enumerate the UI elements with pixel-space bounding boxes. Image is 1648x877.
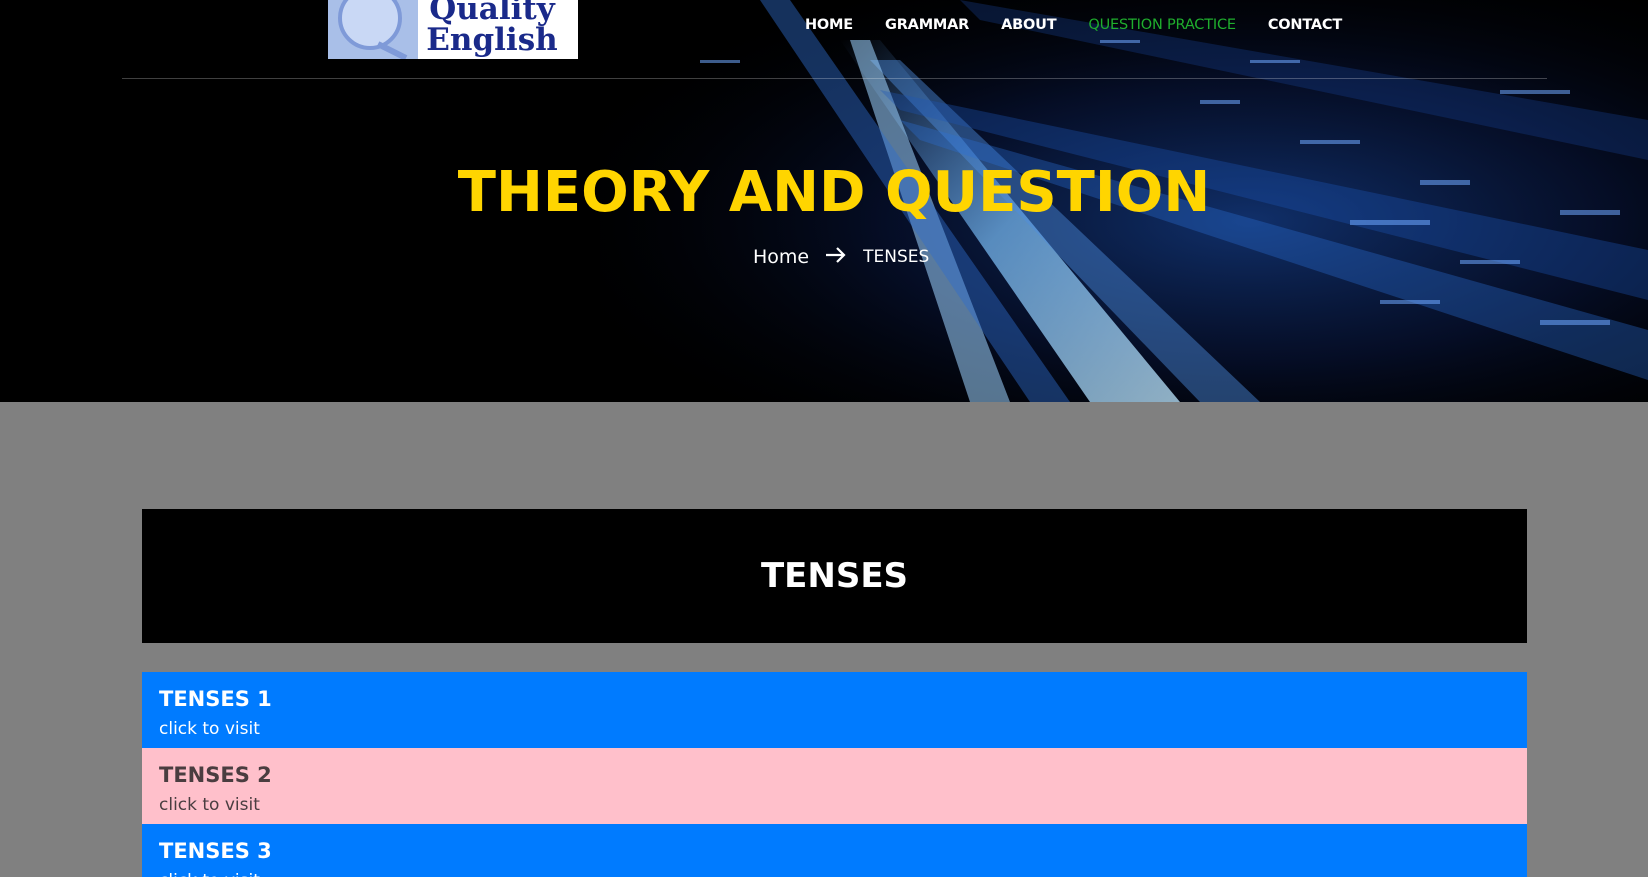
section-header: TENSES [142,509,1527,643]
nav-item-contact[interactable]: CONTACT [1268,17,1342,33]
list-item-title: TENSES 3 [159,839,272,863]
list-item-tenses-2[interactable]: TENSES 2 click to visit [142,748,1527,824]
logo-q-icon [328,0,418,59]
nav-item-grammar[interactable]: GRAMMAR [885,17,969,33]
list-item-subtitle: click to visit [159,719,260,739]
page-title: THEORY AND QUESTION [457,160,1211,225]
arrow-right-icon [823,244,849,269]
breadcrumb-current: TENSES [863,246,930,267]
site-logo[interactable]: Quality English [328,0,578,59]
list-item-tenses-1[interactable]: TENSES 1 click to visit [142,672,1527,748]
nav-item-home[interactable]: HOME [805,17,853,33]
list-item-title: TENSES 1 [159,687,272,711]
list-item-subtitle: click to visit [159,867,1510,877]
logo-text: Quality English [426,0,558,58]
section-title: TENSES [760,556,909,596]
breadcrumb-home-link[interactable]: Home [753,246,809,268]
list-item-tenses-3[interactable]: TENSES 3 click to visit [142,824,1527,877]
breadcrumb: Home TENSES [753,244,929,269]
nav-item-question-practice[interactable]: QUESTION PRACTICE [1088,17,1236,33]
list-item-title: TENSES 2 [159,763,272,787]
main-nav: HOME GRAMMAR ABOUT QUESTION PRACTICE CON… [805,17,1374,33]
header-divider [122,78,1547,79]
hero-banner: Quality English HOME GRAMMAR ABOUT QUEST… [0,0,1648,402]
list-item-subtitle: click to visit [159,795,260,815]
nav-item-about[interactable]: ABOUT [1001,17,1056,33]
